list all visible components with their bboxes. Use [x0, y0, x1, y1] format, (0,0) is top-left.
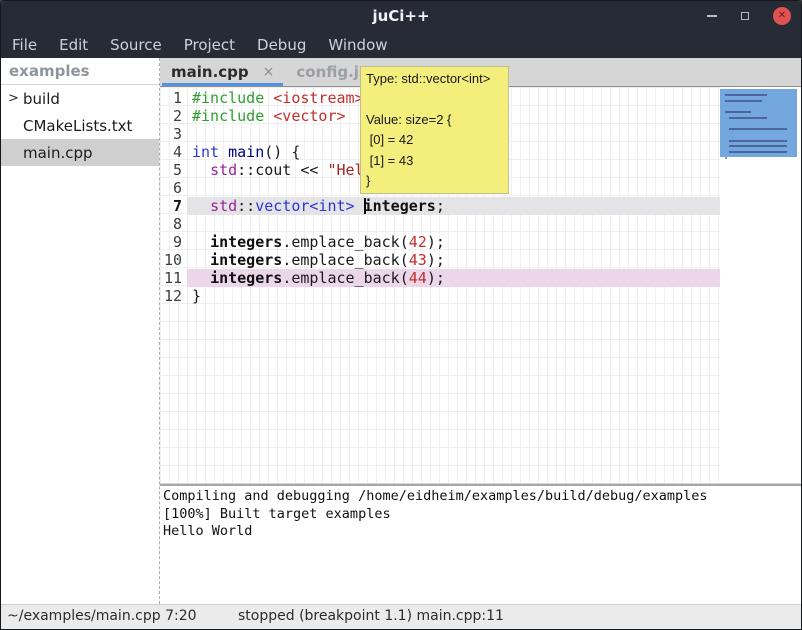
status-file-position: ~/examples/main.cpp 7:20 [7, 608, 197, 624]
code-text: } [187, 287, 720, 305]
file-tree-item-build[interactable]: > build [1, 85, 159, 112]
file-tree-item-main-cpp[interactable]: main.cpp [1, 139, 159, 166]
minimap-code-line [729, 145, 786, 147]
line-number[interactable]: 1 [160, 89, 187, 107]
line-number[interactable]: 5 [160, 161, 187, 179]
minimap-code-line [729, 128, 786, 130]
file-name: build [23, 90, 60, 108]
minimap-code-line [729, 151, 786, 153]
tooltip-line: } [366, 171, 503, 191]
tooltip-line [366, 89, 503, 109]
code-line-11[interactable]: 11 integers.emplace_back(44); [160, 269, 720, 287]
line-number[interactable]: 6 [160, 179, 187, 197]
status-debug-state: stopped (breakpoint 1.1) main.cpp:11 [238, 608, 504, 624]
code-text: integers.emplace_back(42); [187, 233, 720, 251]
output-line: Compiling and debugging /home/eidheim/ex… [163, 488, 801, 506]
line-number[interactable]: 3 [160, 125, 187, 143]
line-number[interactable]: 9 [160, 233, 187, 251]
file-tree-item-cmakelists-txt[interactable]: CMakeLists.txt [1, 112, 159, 139]
file-tree: > build CMakeLists.txt main.cpp [1, 85, 159, 166]
line-number[interactable]: 7 [160, 197, 187, 215]
line-number[interactable]: 2 [160, 107, 187, 125]
menu-item-debug[interactable]: Debug [248, 36, 315, 54]
maximize-icon[interactable] [741, 12, 749, 20]
minimap-viewport[interactable] [720, 89, 797, 157]
menu-item-edit[interactable]: Edit [50, 36, 97, 54]
chevron-right-icon[interactable]: > [8, 91, 19, 106]
code-line-12[interactable]: 12} [160, 287, 720, 305]
tab-close-icon[interactable]: × [263, 64, 275, 80]
status-bar: ~/examples/main.cpp 7:20 stopped (breakp… [1, 604, 801, 629]
tooltip-line: [0] = 42 [366, 130, 503, 150]
minimap-code-line [729, 117, 766, 119]
code-text: std::vector<int> integers; [187, 197, 720, 215]
menu-item-source[interactable]: Source [101, 36, 171, 54]
minimap-code-line [725, 157, 727, 159]
minimap-code-line [725, 94, 767, 96]
code-text [187, 215, 720, 233]
minimap-code-line [725, 100, 762, 102]
code-line-7[interactable]: 7 std::vector<int> integers; [160, 197, 720, 215]
minimap-code-line [725, 111, 751, 113]
app-window: juCi++ ✕ FileEditSourceProjectDebugWindo… [0, 0, 802, 630]
close-icon[interactable]: ✕ [773, 7, 791, 25]
line-number[interactable]: 4 [160, 143, 187, 161]
minimize-icon[interactable] [707, 15, 717, 17]
output-line: [100%] Built target examples [163, 506, 801, 524]
titlebar: juCi++ ✕ [1, 1, 801, 31]
tooltip-line: [1] = 43 [366, 151, 503, 171]
file-name: CMakeLists.txt [23, 117, 132, 135]
line-number[interactable]: 11 [160, 269, 187, 287]
code-text: integers.emplace_back(43); [187, 251, 720, 269]
project-name: examples [1, 58, 159, 85]
line-number[interactable]: 8 [160, 215, 187, 233]
line-number[interactable]: 12 [160, 287, 187, 305]
menu-item-project[interactable]: Project [175, 36, 244, 54]
code-text: integers.emplace_back(44); [187, 269, 720, 287]
tooltip-line: Type: std::vector<int> [366, 69, 503, 89]
tab-main-cpp[interactable]: main.cpp × [160, 58, 285, 86]
code-line-8[interactable]: 8 [160, 215, 720, 233]
minimap [720, 87, 801, 483]
file-name: main.cpp [23, 144, 93, 162]
window-title: juCi++ [372, 7, 429, 25]
code-line-10[interactable]: 10 integers.emplace_back(43); [160, 251, 720, 269]
code-line-9[interactable]: 9 integers.emplace_back(42); [160, 233, 720, 251]
menu-bar: FileEditSourceProjectDebugWindow [1, 31, 801, 58]
minimap-code-line [729, 140, 786, 142]
tooltip-line: Value: size=2 { [366, 110, 503, 130]
output-line: Hello World [163, 523, 801, 541]
menu-item-window[interactable]: Window [319, 36, 396, 54]
line-number[interactable]: 10 [160, 251, 187, 269]
window-controls: ✕ [707, 1, 791, 31]
file-tree-panel: examples > build CMakeLists.txt main.cpp [1, 58, 160, 604]
output-panel[interactable]: Compiling and debugging /home/eidheim/ex… [160, 484, 801, 604]
tab-label: main.cpp [171, 63, 249, 81]
debug-value-tooltip: Type: std::vector<int> Value: size=2 { [… [360, 66, 509, 194]
menu-item-file[interactable]: File [3, 36, 46, 54]
text-cursor [364, 198, 366, 214]
